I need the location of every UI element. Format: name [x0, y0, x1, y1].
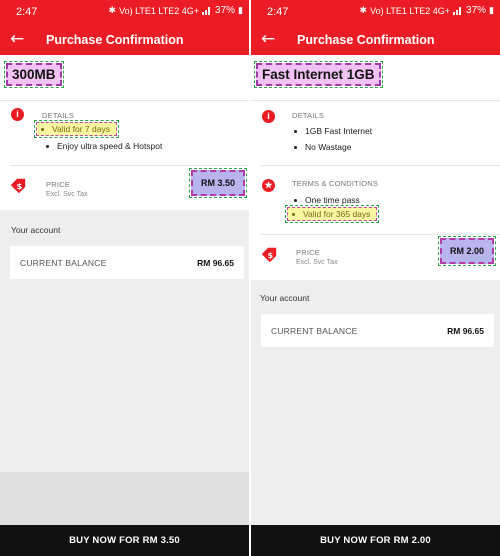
your-account-title: Your account — [260, 293, 310, 303]
svg-text:$: $ — [268, 250, 274, 260]
signal-icons-text: Vo) LTE1 LTE2 4G+ — [119, 5, 200, 16]
info-icon: i — [11, 108, 24, 121]
price-tag-icon: $ — [261, 247, 277, 263]
info-icon: i — [262, 110, 275, 123]
plan-card: 300MB i DETAILS Valid for 7 days Enjoy u… — [0, 55, 249, 210]
status-icons: ✱ Vo) LTE1 LTE2 4G+ 37% ▮ — [109, 5, 243, 16]
terms-label: TERMS & CONDITIONS — [292, 179, 379, 188]
plan-card: Fast Internet 1GB i DETAILS 1GB Fast Int… — [251, 55, 500, 280]
price-label: PRICE — [46, 180, 70, 189]
arrow-left-icon[interactable]: ← — [261, 30, 275, 48]
left-screen: 2:47 ✱ Vo) LTE1 LTE2 4G+ 37% ▮ ← Purchas… — [0, 0, 249, 556]
plan-name: 300MB — [4, 61, 64, 88]
detail-item: No Wastage — [294, 142, 351, 152]
signal-icon — [202, 6, 212, 15]
price-value: RM 2.00 — [437, 236, 497, 266]
buy-now-button[interactable]: BUY NOW FOR RM 3.50 — [0, 525, 249, 556]
signal-icon — [453, 6, 463, 15]
price-value: RM 3.50 — [188, 168, 248, 198]
terms-item: One time pass — [294, 195, 360, 205]
signal-icons-text: Vo) LTE1 LTE2 4G+ — [370, 5, 451, 16]
star-icon: ★ — [262, 179, 275, 192]
divider — [251, 100, 500, 101]
divider — [261, 165, 500, 166]
balance-card: CURRENT BALANCE RM 96.65 — [10, 246, 244, 279]
app-bar: ← Purchase Confirmation — [0, 25, 249, 55]
status-time: 2:47 — [267, 6, 289, 18]
bluetooth-icon: ✱ — [359, 5, 368, 15]
status-icons: ✱ Vo) LTE1 LTE2 4G+ 37% ▮ — [360, 5, 494, 16]
app-bar: ← Purchase Confirmation — [251, 25, 500, 55]
battery-percent: 37% — [215, 5, 236, 16]
bluetooth-icon: ✱ — [108, 5, 117, 15]
plan-name: Fast Internet 1GB — [254, 61, 383, 88]
divider — [261, 234, 500, 235]
details-label: DETAILS — [42, 111, 75, 120]
page-title: Purchase Confirmation — [46, 33, 184, 47]
price-label: PRICE — [296, 248, 320, 257]
balance-value: RM 96.65 — [197, 258, 234, 268]
balance-card: CURRENT BALANCE RM 96.65 — [261, 314, 494, 347]
right-screen: 2:47 ✱ Vo) LTE1 LTE2 4G+ 37% ▮ ← Purchas… — [251, 0, 500, 556]
price-note: Excl. Svc Tax — [296, 259, 338, 266]
svg-text:$: $ — [17, 181, 23, 191]
terms-item: Valid for 365 days — [284, 205, 380, 223]
detail-item: 1GB Fast Internet — [294, 126, 372, 136]
your-account-title: Your account — [11, 225, 61, 235]
balance-label: CURRENT BALANCE — [20, 258, 107, 268]
status-bar: 2:47 ✱ Vo) LTE1 LTE2 4G+ 37% ▮ — [251, 0, 500, 25]
price-note: Excl. Svc Tax — [46, 191, 88, 198]
battery-icon: ▮ — [238, 5, 243, 15]
page-title: Purchase Confirmation — [297, 33, 435, 47]
price-tag-icon: $ — [10, 178, 26, 194]
balance-value: RM 96.65 — [447, 326, 484, 336]
background-strip — [0, 472, 249, 525]
arrow-left-icon[interactable]: ← — [10, 30, 24, 48]
buy-now-button[interactable]: BUY NOW FOR RM 2.00 — [251, 525, 500, 556]
divider — [10, 165, 249, 166]
detail-item: Enjoy ultra speed & Hotspot — [46, 141, 162, 151]
details-label: DETAILS — [292, 111, 325, 120]
battery-percent: 37% — [466, 5, 487, 16]
detail-item: Valid for 7 days — [34, 120, 119, 138]
battery-icon: ▮ — [489, 5, 494, 15]
balance-label: CURRENT BALANCE — [271, 326, 358, 336]
divider — [0, 100, 249, 101]
status-time: 2:47 — [16, 6, 38, 18]
status-bar: 2:47 ✱ Vo) LTE1 LTE2 4G+ 37% ▮ — [0, 0, 249, 25]
screen-divider — [249, 0, 251, 556]
